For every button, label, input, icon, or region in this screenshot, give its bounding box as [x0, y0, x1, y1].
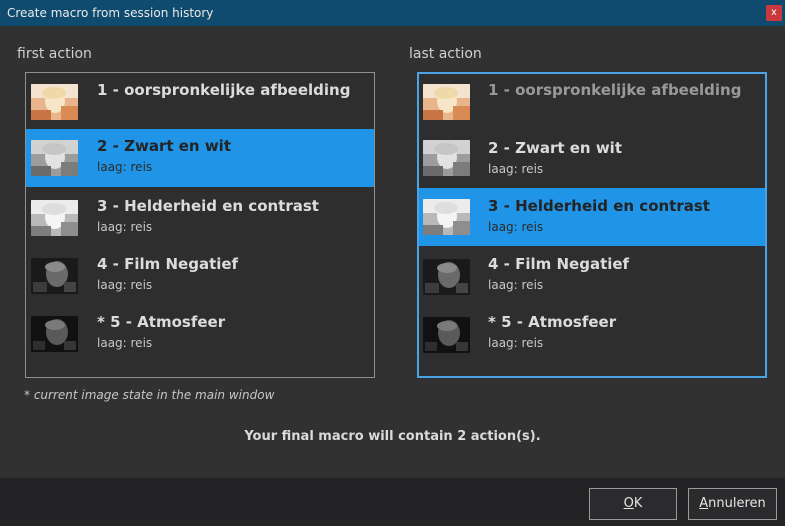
first-action-list[interactable]: 1 - oorspronkelijke afbeelding 2 - Zwart… [25, 72, 375, 378]
item-title: 1 - oorspronkelijke afbeelding [488, 81, 742, 99]
item-subtitle: laag: reis [97, 278, 153, 292]
photo-bright-grayscale-thumbnail-icon [31, 200, 78, 236]
first-list-item[interactable]: 3 - Helderheid en contrast laag: reis [26, 189, 374, 247]
last-action-list[interactable]: 1 - oorspronkelijke afbeelding 2 - Zwart… [417, 72, 767, 378]
last-list-item[interactable]: 1 - oorspronkelijke afbeelding [419, 74, 765, 132]
item-subtitle: laag: reis [488, 278, 544, 292]
item-subtitle: laag: reis [488, 336, 544, 350]
item-title: 3 - Helderheid en contrast [488, 197, 710, 215]
close-button[interactable]: x [766, 5, 782, 21]
ok-mnemonic: O [623, 496, 634, 511]
item-subtitle: laag: reis [97, 220, 153, 234]
photo-atmosphere-thumbnail-icon [31, 316, 78, 352]
ok-button[interactable]: OK [589, 488, 677, 520]
photo-negative-thumbnail-icon [423, 259, 470, 295]
last-list-item[interactable]: 4 - Film Negatief laag: reis [419, 246, 765, 304]
first-list-item[interactable]: 4 - Film Negatief laag: reis [26, 247, 374, 305]
cancel-label-rest: nnuleren [708, 496, 766, 511]
item-title: 2 - Zwart en wit [488, 139, 622, 157]
photo-bright-grayscale-thumbnail-icon [423, 199, 470, 235]
photo-grayscale-thumbnail-icon [31, 140, 78, 176]
footnote: * current image state in the main window [24, 388, 275, 402]
item-title: 3 - Helderheid en contrast [97, 197, 319, 215]
last-list-item[interactable]: * 5 - Atmosfeer laag: reis [419, 304, 765, 362]
cancel-button[interactable]: Annuleren [688, 488, 777, 520]
cancel-mnemonic: A [699, 496, 709, 511]
item-title: 4 - Film Negatief [488, 255, 630, 273]
item-subtitle: laag: reis [488, 162, 544, 176]
photo-atmosphere-thumbnail-icon [423, 317, 470, 353]
photo-color-thumbnail-icon [31, 84, 78, 120]
item-subtitle: laag: reis [97, 160, 153, 174]
ok-label-rest: K [633, 496, 643, 511]
item-title: * 5 - Atmosfeer [97, 313, 226, 331]
item-title: * 5 - Atmosfeer [488, 313, 617, 331]
first-action-label: first action [17, 46, 92, 62]
macro-summary: Your final macro will contain 2 action(s… [244, 429, 541, 444]
first-list-item-selected[interactable]: 2 - Zwart en wit laag: reis [26, 129, 374, 187]
last-action-label: last action [409, 46, 482, 62]
photo-grayscale-thumbnail-icon [423, 140, 470, 176]
photo-color-thumbnail-icon [423, 84, 470, 120]
last-list-item[interactable]: 2 - Zwart en wit laag: reis [419, 130, 765, 188]
item-subtitle: laag: reis [97, 336, 153, 350]
window-title: Create macro from session history [7, 6, 214, 20]
item-title: 1 - oorspronkelijke afbeelding [97, 81, 351, 99]
item-title: 2 - Zwart en wit [97, 137, 231, 155]
title-bar: Create macro from session history x [0, 0, 785, 26]
photo-negative-thumbnail-icon [31, 258, 78, 294]
first-list-item[interactable]: 1 - oorspronkelijke afbeelding [26, 73, 374, 131]
item-title: 4 - Film Negatief [97, 255, 239, 273]
item-subtitle: laag: reis [488, 220, 544, 234]
last-list-item-selected[interactable]: 3 - Helderheid en contrast laag: reis [419, 188, 765, 246]
first-list-item[interactable]: * 5 - Atmosfeer laag: reis [26, 305, 374, 363]
